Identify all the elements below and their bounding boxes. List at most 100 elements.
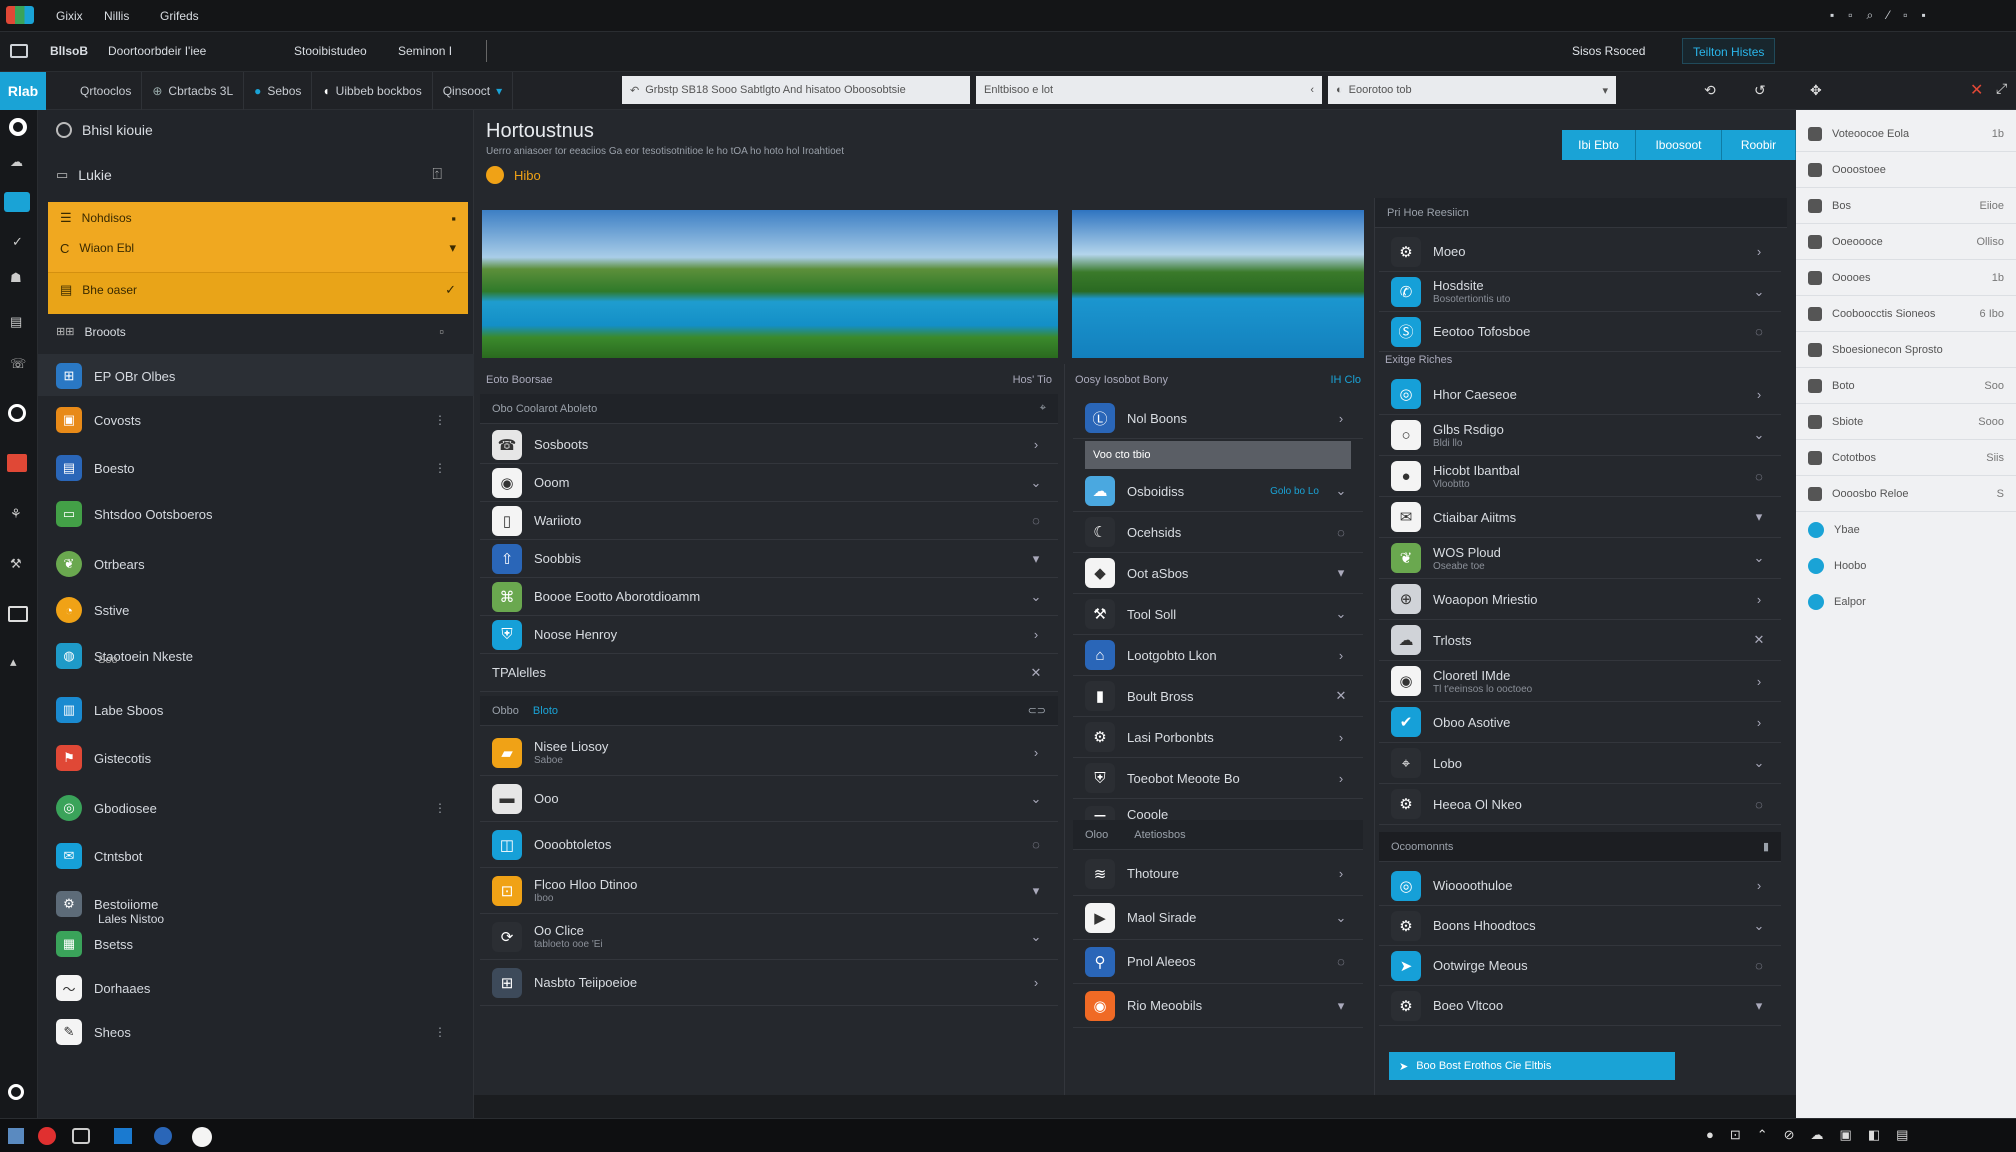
- list-item[interactable]: ◫ Oooobtoletos ◌: [480, 822, 1058, 868]
- list-item[interactable]: ☎ Sosboots ›: [480, 426, 1058, 464]
- sidebar-item[interactable]: 〜 Dorhaaes: [48, 966, 468, 1010]
- record-icon[interactable]: [9, 118, 27, 136]
- list-item[interactable]: ● Hicobt Ibantbal Vloobtto ◌: [1379, 456, 1781, 497]
- toolbar-item-2[interactable]: Stooibistudeo: [294, 44, 367, 58]
- list-item[interactable]: ⌘ Boooe Eootto Aborotdioamm ⌄: [480, 578, 1058, 616]
- list-item[interactable]: Ⓢ Eeotoo Tofosboe ◌: [1379, 312, 1781, 352]
- chevron-up-icon[interactable]: ▴: [10, 654, 17, 670]
- list-item[interactable]: ⚙ Boons Hhoodtocs ⌄: [1379, 906, 1781, 946]
- list-item[interactable]: ✆ Hosdsite Bosotertiontis uto ⌄: [1379, 272, 1781, 312]
- app-icon[interactable]: [192, 1127, 212, 1147]
- chevron-icon[interactable]: ⌄: [1026, 791, 1046, 807]
- sidebar-item[interactable]: ⚑ Gistecotis: [48, 736, 468, 780]
- link-icon[interactable]: ⊂⊃: [1028, 704, 1046, 717]
- sidebar-item[interactable]: ▣ Covosts ⋮: [48, 398, 468, 442]
- list-item[interactable]: ◉ Ooom ⌄: [480, 464, 1058, 502]
- chevron-icon[interactable]: ◌: [1749, 958, 1769, 973]
- chevron-icon[interactable]: ⌄: [1026, 929, 1046, 945]
- chevron-icon[interactable]: ›: [1749, 592, 1769, 607]
- chevron-icon[interactable]: ⌄: [1331, 910, 1351, 926]
- chevron-icon[interactable]: ⌄: [1749, 755, 1769, 771]
- chevron-icon[interactable]: ◌: [1026, 513, 1046, 528]
- search-field-1[interactable]: Enltbisoo e lot ‹: [976, 76, 1322, 104]
- sidebar-item[interactable]: ◔ Sstive: [48, 588, 468, 632]
- list-item[interactable]: ◉ Clooretl IMde Tl t'eeinsos lo ooctoeo ›: [1379, 661, 1781, 702]
- chevron-icon[interactable]: ▾: [1331, 998, 1351, 1014]
- info-row[interactable]: Hoobo: [1796, 548, 2016, 584]
- pin-icon[interactable]: ⌖: [1040, 402, 1046, 415]
- chevron-icon[interactable]: ⌄: [1749, 427, 1769, 443]
- action-button-1[interactable]: Ibi Ebto: [1562, 130, 1636, 160]
- active-rail-icon[interactable]: [4, 192, 30, 212]
- chevron-icon[interactable]: ›: [1331, 648, 1351, 663]
- list-item[interactable]: ⛨ Noose Henroy ›: [480, 616, 1058, 654]
- collapse-icon[interactable]: ▫: [439, 324, 444, 339]
- chevron-icon[interactable]: ▾: [1026, 551, 1046, 567]
- menu-item-2[interactable]: Nillis: [104, 9, 129, 23]
- info-row[interactable]: Ooooes 1b: [1796, 260, 2016, 296]
- tool-icon[interactable]: ⚒: [10, 556, 22, 572]
- list-item[interactable]: ⊞ Nasbto Teiipoeioe ›: [480, 960, 1058, 1006]
- tab-2[interactable]: ⊕ Cbrtacbs 3L: [142, 72, 245, 110]
- info-row[interactable]: Cototbos Siis: [1796, 440, 2016, 476]
- chevron-icon[interactable]: ▾: [1026, 883, 1046, 899]
- opera-icon[interactable]: [38, 1127, 56, 1145]
- list-item[interactable]: ✔ Oboo Asotive ›: [1379, 702, 1781, 743]
- chevron-icon[interactable]: ›: [1749, 674, 1769, 689]
- kebab-icon[interactable]: ⋮: [434, 1025, 446, 1039]
- highlighted-item-1[interactable]: ☰ Nohdisos ▪: [60, 210, 456, 226]
- list-item[interactable]: ⚙ Heeoa Ol Nkeo ◌: [1379, 784, 1781, 825]
- chevron-icon[interactable]: ◌: [1331, 525, 1351, 540]
- network-icon[interactable]: ⚘: [10, 506, 22, 522]
- menu-item-1[interactable]: Gixix: [56, 9, 83, 23]
- list-item[interactable]: ➤ Ootwirge Meous ◌: [1379, 946, 1781, 986]
- chevron-icon[interactable]: ⌄: [1026, 475, 1046, 491]
- list-item[interactable]: ▯ Wariioto ◌: [480, 502, 1058, 540]
- list-item[interactable]: ◆ Oot aSbos ▾: [1073, 553, 1363, 594]
- list-item[interactable]: ⚲ Pnol Aleeos ◌: [1073, 940, 1363, 984]
- list-item[interactable]: ◎ Hhor Caeseoe ›: [1379, 374, 1781, 415]
- highlighted-item-3[interactable]: ▤ Bhe oaser ✓: [60, 282, 456, 298]
- list-item[interactable]: ☁ Osboidiss Golo bo Lo ⌄: [1073, 471, 1363, 512]
- list-item[interactable]: ⚙ Boeo Vltcoo ▾: [1379, 986, 1781, 1026]
- maximize-icon[interactable]: ⤢: [1996, 80, 2007, 97]
- check-icon[interactable]: ✓: [12, 234, 23, 250]
- list-item[interactable]: ▰ Nisee Liosoy Saboe ›: [480, 730, 1058, 776]
- puzzle-icon[interactable]: ✥: [1810, 82, 1822, 99]
- list-item[interactable]: ▶ Maol Sirade ⌄: [1073, 896, 1363, 940]
- chevron-icon[interactable]: ›: [1749, 715, 1769, 730]
- mail-icon[interactable]: [114, 1128, 132, 1144]
- chevron-icon[interactable]: ⌄: [1749, 918, 1769, 934]
- sidebar-item[interactable]: ❦ Otrbears: [48, 542, 468, 586]
- sidebar-item[interactable]: ⊞ EP OBr Olbes: [48, 354, 468, 398]
- photos-icon[interactable]: [154, 1127, 172, 1145]
- folder-icon[interactable]: [72, 1128, 90, 1144]
- info-row[interactable]: Bos Eiioe: [1796, 188, 2016, 224]
- chevron-icon[interactable]: ◌: [1749, 469, 1769, 484]
- refresh-icon[interactable]: ⟲: [1704, 82, 1716, 99]
- list-item[interactable]: ⌖ Lobo ⌄: [1379, 743, 1781, 784]
- action-button-3[interactable]: Roobir: [1722, 130, 1796, 160]
- chevron-icon[interactable]: ›: [1331, 866, 1351, 881]
- bookmark-icon[interactable]: ▮: [1763, 840, 1769, 853]
- list-item[interactable]: ▮ Boult Bross ✕: [1073, 676, 1363, 717]
- chevron-icon[interactable]: ⌄: [1749, 550, 1769, 566]
- calendar-icon[interactable]: [7, 454, 27, 472]
- chevron-icon[interactable]: ⌄: [1749, 284, 1769, 300]
- chevron-icon[interactable]: ◌: [1749, 324, 1769, 339]
- list-item[interactable]: ⚙ Lasi Porbonbts ›: [1073, 717, 1363, 758]
- info-row[interactable]: Ealpor: [1796, 584, 2016, 620]
- kebab-icon[interactable]: ⋮: [434, 413, 446, 427]
- chevron-icon[interactable]: ⌄: [1026, 589, 1046, 605]
- chevron-icon[interactable]: ▾: [1749, 998, 1769, 1014]
- inbox-icon[interactable]: ▤: [10, 314, 22, 330]
- cta-bar[interactable]: ➤ Boo Bost Erothos Cie Eltbis: [1389, 1052, 1675, 1080]
- sidebar-header[interactable]: Bhisl kiouie: [56, 122, 153, 138]
- sidebar-item[interactable]: ◎ Gbodiosee ⋮: [48, 786, 468, 830]
- list-item[interactable]: ⌂ Lootgobto Lkon ›: [1073, 635, 1363, 676]
- right-dropdown[interactable]: Sisos Rsoced: [1572, 44, 1645, 58]
- start-icon[interactable]: [8, 1128, 24, 1144]
- monitor-icon[interactable]: [10, 44, 28, 58]
- sidebar-item[interactable]: ▥ Labe Sboos: [48, 688, 468, 732]
- chevron-icon[interactable]: ›: [1026, 745, 1046, 760]
